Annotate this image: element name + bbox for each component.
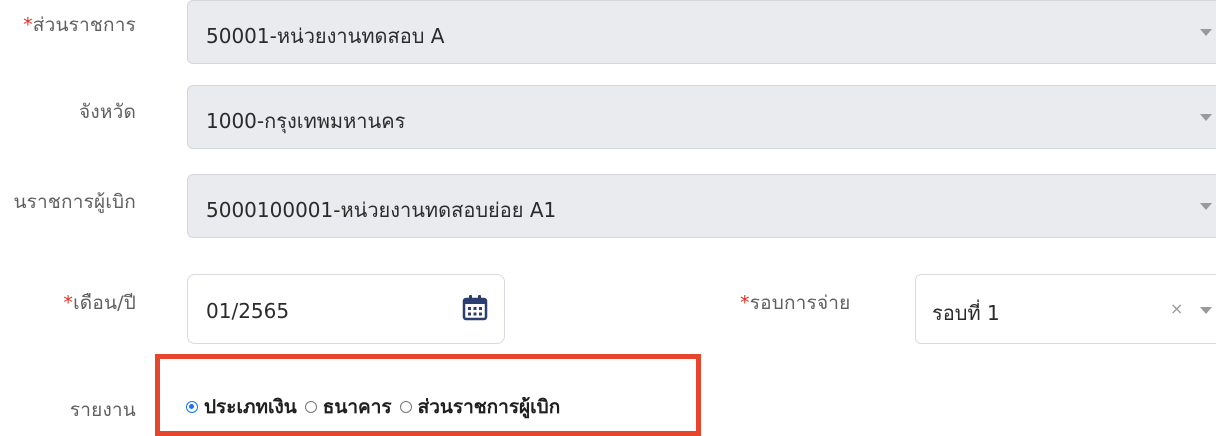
province-select-value: 1000-กรุงเทพมหานคร <box>206 109 406 133</box>
agency-select-value: 50001-หน่วยงานทดสอบ A <box>206 24 445 48</box>
required-mark: * <box>23 14 33 36</box>
agency-label-text: ส่วนราชการ <box>32 14 136 36</box>
chevron-down-icon <box>1200 29 1212 36</box>
report-option-label: ส่วนราชการผู้เบิก <box>417 396 561 418</box>
chevron-down-icon <box>1200 203 1212 210</box>
radio-unchecked-icon <box>304 401 317 413</box>
month-year-value: 01/2565 <box>206 299 290 323</box>
calendar-icon[interactable] <box>460 293 490 323</box>
month-year-label: *เดือน/ปี <box>63 288 136 318</box>
payment-round-label-text: รอบการจ่าย <box>749 292 851 314</box>
radio-checked-icon <box>186 401 198 413</box>
report-radio-group: ประเภทเงิน ธนาคาร ส่วนราชการผู้เบิก <box>186 392 560 422</box>
payment-round-label: *รอบการจ่าย <box>740 288 851 318</box>
report-label: รายงาน <box>70 395 136 425</box>
clear-icon[interactable]: × <box>1170 299 1183 318</box>
report-option-label: ธนาคาร <box>322 396 392 418</box>
calendar-icon-svg <box>462 295 488 321</box>
required-mark: * <box>63 292 74 314</box>
radio-unchecked-icon <box>399 401 412 413</box>
payment-round-select[interactable]: รอบที่ 1 × <box>915 274 1216 344</box>
province-label-text: จังหวัด <box>79 101 136 123</box>
chevron-down-icon <box>1200 114 1212 121</box>
payment-round-value: รอบที่ 1 <box>932 301 1000 325</box>
report-option-money-type[interactable]: ประเภทเงิน <box>186 392 297 422</box>
agency-label: *ส่วนราชการ <box>23 10 136 40</box>
issuing-unit-label: นราชการผู้เบิก <box>13 187 136 217</box>
report-label-text: รายงาน <box>69 399 136 421</box>
issuing-unit-label-text: นราชการผู้เบิก <box>13 191 136 213</box>
month-year-input[interactable]: 01/2565 <box>187 274 505 344</box>
issuing-unit-select[interactable]: 5000100001-หน่วยงานทดสอบย่อย A1 <box>187 174 1216 238</box>
report-option-bank[interactable]: ธนาคาร <box>304 392 392 422</box>
required-mark: * <box>740 292 750 314</box>
issuing-unit-select-value: 5000100001-หน่วยงานทดสอบย่อย A1 <box>206 198 557 222</box>
province-label: จังหวัด <box>79 97 136 127</box>
chevron-down-icon <box>1200 307 1212 314</box>
report-option-label: ประเภทเงิน <box>204 396 297 418</box>
province-select[interactable]: 1000-กรุงเทพมหานคร <box>187 85 1216 149</box>
report-option-issuing-unit[interactable]: ส่วนราชการผู้เบิก <box>399 392 561 422</box>
agency-select[interactable]: 50001-หน่วยงานทดสอบ A <box>187 0 1216 64</box>
month-year-label-text: เดือน/ปี <box>73 292 136 314</box>
